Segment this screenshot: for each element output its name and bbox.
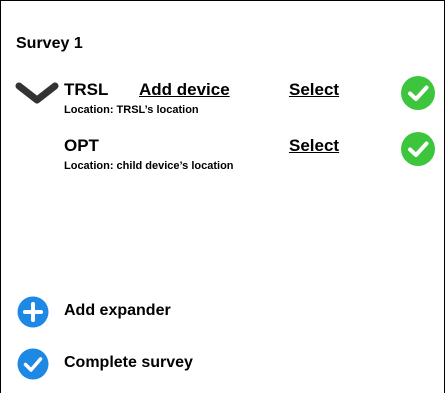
survey-title: Survey 1: [16, 35, 83, 52]
add-device-link[interactable]: Add device: [139, 80, 230, 100]
select-link[interactable]: Select: [289, 136, 339, 156]
device-location: Location: child device’s location: [64, 160, 234, 172]
check-circle-icon: [401, 76, 435, 110]
add-expander-label[interactable]: Add expander: [64, 302, 171, 320]
plus-circle-icon[interactable]: [17, 296, 49, 328]
complete-survey-label[interactable]: Complete survey: [64, 354, 193, 372]
device-name: OPT: [64, 136, 99, 155]
check-circle-icon[interactable]: [17, 348, 49, 380]
check-circle-icon: [401, 132, 435, 166]
chevron-down-icon[interactable]: [15, 82, 59, 104]
device-name: TRSL: [64, 80, 109, 99]
survey-panel: [0, 0, 445, 393]
device-location: Location: TRSL’s location: [64, 104, 199, 116]
select-link[interactable]: Select: [289, 80, 339, 100]
